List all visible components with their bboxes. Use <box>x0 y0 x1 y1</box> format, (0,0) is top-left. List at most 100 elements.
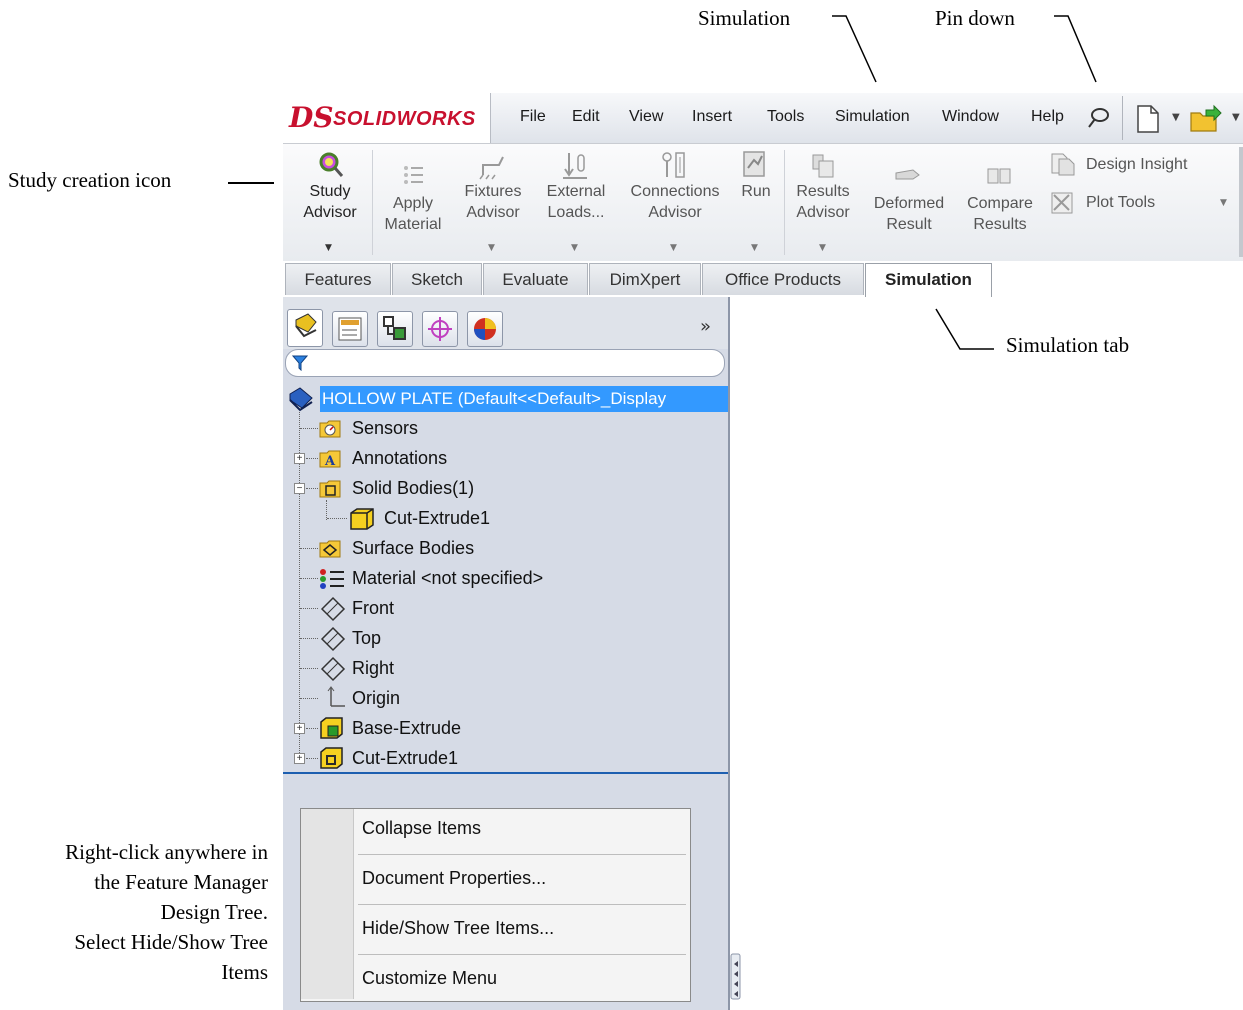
connections-advisor-button[interactable]: Connections Advisor <box>618 181 732 223</box>
compare-results-button[interactable]: Compare Results <box>956 193 1044 235</box>
origin-icon <box>327 686 345 707</box>
dimxpertmanager-tab[interactable] <box>422 311 458 347</box>
menu-item-document-properties[interactable]: Document Properties... <box>362 868 546 889</box>
external-loads-button[interactable]: External Loads... <box>537 181 615 223</box>
pane-resize-handle[interactable] <box>730 953 742 1001</box>
menu-simulation[interactable]: Simulation <box>835 108 910 126</box>
apply-material-button[interactable]: Apply Material <box>373 193 453 235</box>
tree-item-material[interactable]: Material <not specified> <box>0 563 730 593</box>
propertymanager-icon <box>338 317 362 341</box>
external-loads-dropdown-icon[interactable]: ▼ <box>571 243 578 253</box>
plot-tools-dropdown-icon[interactable]: ▼ <box>1220 198 1227 208</box>
tree-item-right-plane[interactable]: Right <box>0 653 730 683</box>
expand-plus-icon[interactable]: + <box>294 453 305 464</box>
fm-expand-chevron-icon[interactable]: » <box>700 316 711 337</box>
tree-item-top-plane[interactable]: Top <box>0 623 730 653</box>
menu-insert[interactable]: Insert <box>692 108 732 126</box>
study-advisor-dropdown-icon[interactable]: ▼ <box>325 243 332 253</box>
study-advisor-label: Study <box>309 183 351 200</box>
fixtures-dropdown-icon[interactable]: ▼ <box>488 243 495 253</box>
menu-item-customize-menu[interactable]: Customize Menu <box>362 968 497 989</box>
external-loads-label: External <box>546 183 606 200</box>
solidworks-logo[interactable]: DS SOLIDWORKS <box>283 93 491 143</box>
design-insight-icon <box>1051 153 1075 176</box>
propertymanager-tab[interactable] <box>332 311 368 347</box>
tree-item-label: Top <box>352 628 382 648</box>
sensors-folder-icon <box>319 420 341 438</box>
featuremanager-tab[interactable] <box>287 309 323 347</box>
collapse-minus-icon[interactable]: − <box>294 483 305 494</box>
annotations-folder-icon: A <box>319 450 341 469</box>
configurationmanager-tab[interactable] <box>377 311 413 347</box>
tree-item-label: Base-Extrude <box>352 718 462 738</box>
tree-item-cut-extrude1[interactable]: + Cut-Extrude1 <box>0 743 730 773</box>
deformed-result-button[interactable]: Deformed Result <box>864 193 954 235</box>
tab-evaluate[interactable]: Evaluate <box>483 263 588 295</box>
context-menu-icon-strip <box>301 809 354 999</box>
results-dropdown-icon[interactable]: ▼ <box>819 243 826 253</box>
tree-connector <box>300 548 318 549</box>
fixtures-advisor-icon <box>479 156 504 180</box>
tab-features[interactable]: Features <box>285 263 391 295</box>
menu-help[interactable]: Help <box>1031 108 1064 126</box>
run-dropdown-icon[interactable]: ▼ <box>751 243 758 253</box>
expand-plus-icon[interactable]: + <box>294 723 305 734</box>
tab-office-products[interactable]: Office Products <box>702 263 864 295</box>
brand-name: SOLIDWORKS <box>333 108 476 130</box>
menu-item-collapse-items[interactable]: Collapse Items <box>362 818 481 839</box>
menu-file[interactable]: File <box>520 108 546 126</box>
connections-advisor-label: Connections <box>630 183 720 200</box>
tree-item-solid-bodies[interactable]: − Solid Bodies(1) <box>0 473 730 503</box>
displaymanager-tab[interactable] <box>467 311 503 347</box>
callout-right-click: Right-click anywhere in the Feature Mana… <box>0 837 268 987</box>
menu-window[interactable]: Window <box>942 108 999 126</box>
plane-icon <box>320 596 346 622</box>
tree-connector <box>300 668 318 669</box>
tab-sketch[interactable]: Sketch <box>392 263 482 295</box>
new-dropdown-arrow-icon[interactable]: ▼ <box>1172 112 1180 123</box>
tree-item-sensors[interactable]: Sensors <box>0 413 730 443</box>
tree-item-base-extrude[interactable]: + Base-Extrude <box>0 713 730 743</box>
connections-dropdown-icon[interactable]: ▼ <box>670 243 677 253</box>
open-dropdown-arrow-icon[interactable]: ▼ <box>1232 112 1240 123</box>
callout-study-creation-leader <box>228 182 274 184</box>
tree-root-part[interactable]: HOLLOW PLATE (Default<<Default>_Display <box>320 386 728 412</box>
design-insight-button[interactable]: Design Insight <box>1086 154 1187 175</box>
tree-item-origin[interactable]: Origin <box>0 683 730 713</box>
fixtures-advisor-label: Fixtures <box>464 183 522 200</box>
menu-tools[interactable]: Tools <box>767 108 804 126</box>
run-button[interactable]: Run <box>734 181 778 202</box>
tree-connector <box>300 578 318 579</box>
open-folder-icon[interactable] <box>1188 104 1224 134</box>
plane-icon <box>320 626 346 652</box>
material-icon <box>320 569 344 589</box>
new-document-icon[interactable] <box>1134 104 1162 134</box>
callout-simulation-tab: Simulation tab <box>1006 333 1130 357</box>
menu-view[interactable]: View <box>629 108 663 126</box>
callout-right-click-line: Design Tree. <box>160 900 268 924</box>
external-loads-label: Loads... <box>547 204 605 221</box>
plot-tools-button[interactable]: Plot Tools <box>1086 192 1155 213</box>
deformed-result-label: Deformed <box>873 195 945 212</box>
tree-item-front-plane[interactable]: Front <box>0 593 730 623</box>
callout-right-click-line: Items <box>221 960 268 984</box>
menu-edit[interactable]: Edit <box>572 108 600 126</box>
surface-bodies-folder-icon <box>319 540 341 558</box>
fixtures-advisor-button[interactable]: Fixtures Advisor <box>455 181 531 223</box>
study-advisor-button[interactable]: Study Advisor <box>292 181 368 223</box>
connections-advisor-icon <box>662 152 685 178</box>
tree-item-surface-bodies[interactable]: Surface Bodies <box>0 533 730 563</box>
solid-body-icon <box>350 508 374 530</box>
menu-separator <box>358 954 686 955</box>
tab-dimxpert[interactable]: DimXpert <box>589 263 701 295</box>
tab-simulation[interactable]: Simulation <box>865 263 992 297</box>
tree-item-cut-extrude1-body[interactable]: Cut-Extrude1 <box>0 503 730 533</box>
expand-plus-icon[interactable]: + <box>294 753 305 764</box>
results-advisor-button[interactable]: Results Advisor <box>786 181 860 223</box>
menu-item-hide-show-tree-items[interactable]: Hide/Show Tree Items... <box>362 918 554 939</box>
tree-filter-input[interactable] <box>285 349 725 377</box>
extrude-feature-icon <box>320 717 343 739</box>
tree-item-annotations[interactable]: + A Annotations <box>0 443 730 473</box>
tree-item-label: Material <not specified> <box>352 568 544 588</box>
pin-icon[interactable] <box>1087 106 1111 130</box>
